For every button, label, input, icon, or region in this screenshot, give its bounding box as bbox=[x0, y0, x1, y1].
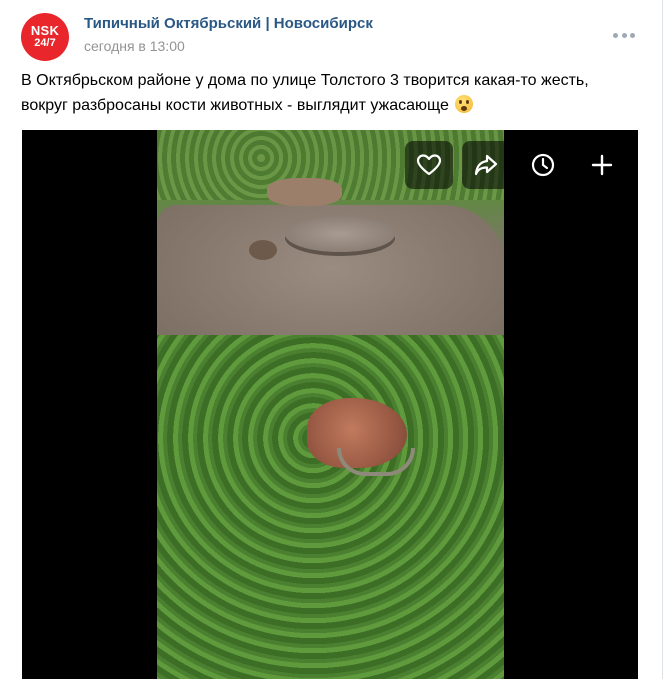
clock-icon bbox=[531, 153, 555, 177]
post-text-line-1: В Октябрьском районе у дома по улице Тол… bbox=[21, 72, 589, 89]
watch-later-button[interactable] bbox=[519, 141, 567, 189]
plus-icon bbox=[591, 154, 613, 176]
post-text: В Октябрьском районе у дома по улице Тол… bbox=[21, 68, 646, 118]
post-timestamp[interactable]: сегодня в 13:00 bbox=[84, 38, 185, 54]
share-video-button[interactable] bbox=[462, 141, 510, 189]
community-avatar[interactable]: NSK 24/7 bbox=[21, 13, 69, 61]
post-card: NSK 24/7 Типичный Октябрьский | Новосиби… bbox=[0, 0, 663, 679]
add-video-button[interactable] bbox=[578, 141, 626, 189]
avatar-text-bottom: 24/7 bbox=[34, 37, 56, 49]
video-frame bbox=[157, 130, 510, 679]
manhole-cover bbox=[285, 216, 395, 252]
like-video-button[interactable] bbox=[405, 141, 453, 189]
share-icon bbox=[474, 154, 498, 176]
avatar-text-top: NSK bbox=[30, 23, 60, 38]
animal-bone bbox=[267, 178, 342, 206]
post-text-line-2: вокруг разбросаны кости животных - выгля… bbox=[21, 97, 449, 114]
video-player[interactable] bbox=[22, 130, 638, 679]
anxious-face-emoji-icon bbox=[455, 95, 474, 113]
more-options-icon[interactable] bbox=[613, 27, 635, 43]
post-author-link[interactable]: Типичный Октябрьский | Новосибирск bbox=[84, 15, 373, 32]
heart-icon bbox=[416, 154, 442, 176]
animal-bone-small bbox=[249, 240, 277, 260]
